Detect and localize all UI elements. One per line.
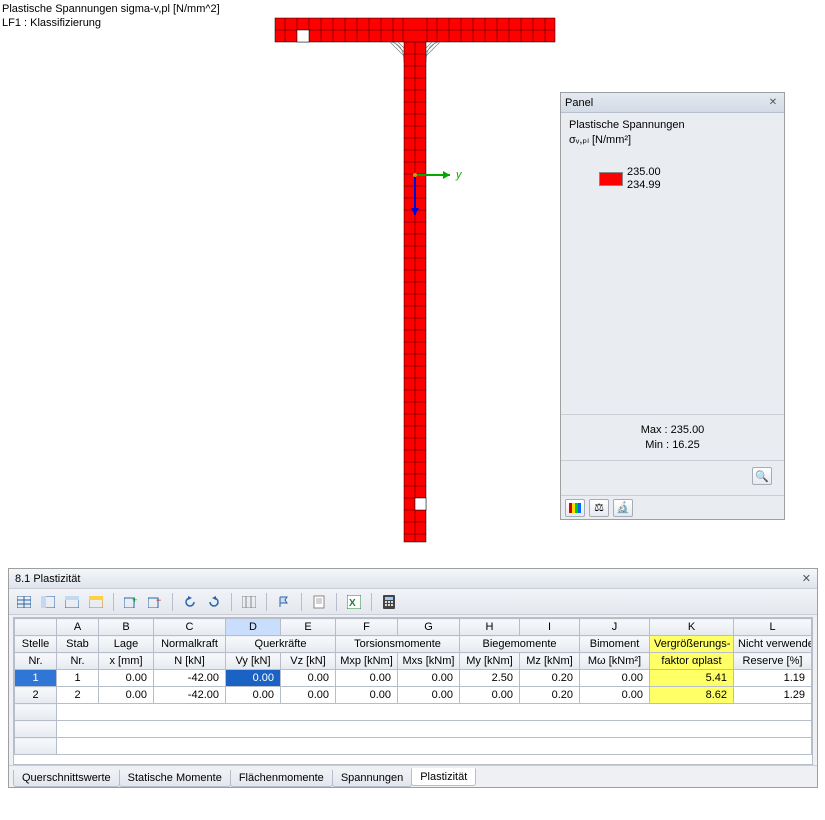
grid-plus-icon[interactable]: + xyxy=(120,592,142,612)
legend-panel[interactable]: Panel ✕ Plastische Spannungen σᵥ,ₚₗ [N/m… xyxy=(560,92,785,520)
legend-toolbar: ⚖ 🔬 xyxy=(561,495,784,519)
results-table-wrap[interactable]: A B C D E F G H I J K L Stelle Stab Lage xyxy=(13,617,813,765)
grid-minus-icon[interactable]: − xyxy=(144,592,166,612)
tab-plastizitaet[interactable]: Plastizität xyxy=(411,768,476,786)
svg-text:+: + xyxy=(132,596,137,605)
svg-text:−: − xyxy=(156,596,161,605)
legend-heading: Plastische Spannungen xyxy=(569,119,776,131)
legend-color-swatch xyxy=(599,172,623,186)
results-titlebar[interactable]: 8.1 Plastizität ✕ xyxy=(9,569,817,589)
legend-body: Plastische Spannungen σᵥ,ₚₗ [N/mm²] 235.… xyxy=(561,113,784,495)
legend-scale: 235.00 234.99 xyxy=(599,166,776,191)
results-table[interactable]: A B C D E F G H I J K L Stelle Stab Lage xyxy=(14,618,812,755)
results-toolbar: + − X xyxy=(9,589,817,615)
header-row-2: Nr. Nr. x [mm] N [kN] Vy [kN] Vz [kN] Mx… xyxy=(15,653,812,670)
results-window: 8.1 Plastizität ✕ + − X xyxy=(8,568,818,788)
palette-icon[interactable] xyxy=(565,499,585,517)
legend-scale-high: 235.00 xyxy=(627,166,661,179)
table-row[interactable] xyxy=(15,721,812,738)
results-tabs: Querschnittswerte Statische Momente Fläc… xyxy=(9,765,817,787)
viewport-overlay-label: Plastische Spannungen sigma-v,pl [N/mm^2… xyxy=(2,2,220,31)
table-row[interactable] xyxy=(15,738,812,755)
legend-titlebar[interactable]: Panel ✕ xyxy=(561,93,784,113)
cross-section-figure: y xyxy=(270,10,560,550)
table-row[interactable] xyxy=(15,704,812,721)
table-row[interactable]: 1 1 0.00 -42.00 0.00 0.00 0.00 0.00 2.50… xyxy=(15,670,812,687)
svg-text:X: X xyxy=(349,598,356,609)
columns-icon[interactable] xyxy=(238,592,260,612)
results-title: 8.1 Plastizität xyxy=(15,573,80,585)
tab-flaechenmomente[interactable]: Flächenmomente xyxy=(230,770,333,787)
redo-icon[interactable] xyxy=(203,592,225,612)
excel-icon[interactable]: X xyxy=(343,592,365,612)
close-icon[interactable]: ✕ xyxy=(766,96,780,110)
header-row-1: Stelle Stab Lage Normalkraft Querkräfte … xyxy=(15,636,812,653)
document-icon[interactable] xyxy=(308,592,330,612)
magnifier-icon[interactable]: 🔍 xyxy=(752,467,772,485)
tab-querschnittswerte[interactable]: Querschnittswerte xyxy=(13,770,120,787)
microscope-icon[interactable]: 🔬 xyxy=(613,499,633,517)
axis-y-label: y xyxy=(455,169,463,181)
table-row[interactable]: 2 2 0.00 -42.00 0.00 0.00 0.00 0.00 0.00… xyxy=(15,687,812,704)
legend-scale-low: 234.99 xyxy=(627,179,661,192)
table-icon[interactable] xyxy=(13,592,35,612)
table-top-icon[interactable] xyxy=(61,592,83,612)
flag-icon[interactable] xyxy=(273,592,295,612)
table-left-icon[interactable] xyxy=(37,592,59,612)
col-letters-row: A B C D E F G H I J K L xyxy=(15,619,812,636)
calculator-icon[interactable] xyxy=(378,592,400,612)
legend-title: Panel xyxy=(565,97,593,109)
legend-max-row: Max : 235.00 Min : 16.25 xyxy=(569,423,776,452)
close-icon[interactable]: ✕ xyxy=(802,572,811,585)
undo-icon[interactable] xyxy=(179,592,201,612)
table-highlight-icon[interactable] xyxy=(85,592,107,612)
legend-subheading: σᵥ,ₚₗ [N/mm²] xyxy=(569,133,776,146)
balance-icon[interactable]: ⚖ xyxy=(589,499,609,517)
tab-spannungen[interactable]: Spannungen xyxy=(332,770,412,787)
tab-statische-momente[interactable]: Statische Momente xyxy=(119,770,231,787)
